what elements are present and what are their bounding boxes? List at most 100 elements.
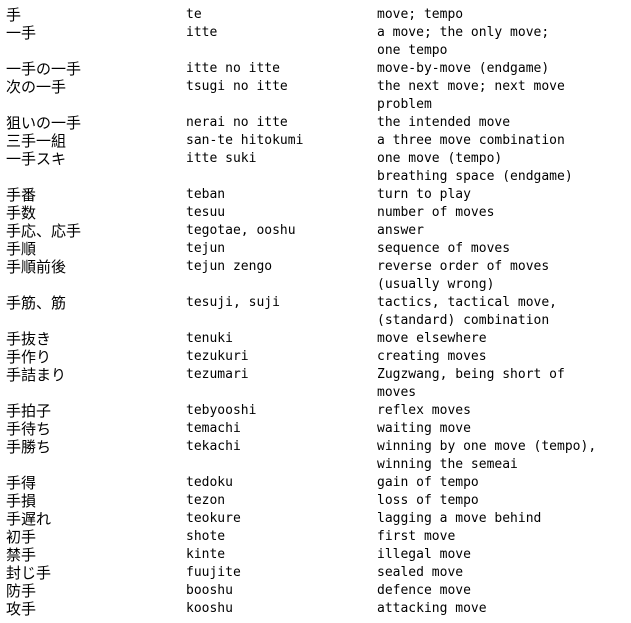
romaji-reading: tejun zengo — [186, 259, 273, 274]
glossary-row: 一手スキ itte suki one move (tempo) breathing s… — [0, 150, 631, 186]
english-meaning: Zugzwang, being short of moves — [377, 366, 627, 402]
romaji-reading: itte suki — [186, 151, 257, 166]
glossary-row: 狙いの一手 nerai no itte the intended move — [0, 114, 631, 132]
romaji-reading: tezumari — [186, 367, 249, 382]
romaji-reading: itte — [186, 25, 218, 40]
japanese-term: 防手 — [6, 582, 37, 600]
japanese-term: 手損 — [6, 492, 37, 510]
japanese-term: 封じ手 — [6, 564, 52, 582]
english-meaning-line: (usually wrong) — [377, 277, 495, 292]
english-meaning-line: move-by-move (endgame) — [377, 61, 550, 76]
glossary-row: 手作り tezukuri creating moves — [0, 348, 631, 366]
romaji-reading: tenuki — [186, 331, 233, 346]
english-meaning: lagging a move behind — [377, 510, 627, 528]
glossary-row: 手数 tesuu number of moves — [0, 204, 631, 222]
japanese-term: 手詰まり — [6, 366, 67, 384]
english-meaning-line: illegal move — [377, 547, 471, 562]
japanese-term: 初手 — [6, 528, 37, 546]
romaji-reading: booshu — [186, 583, 233, 598]
english-meaning: a three move combination — [377, 132, 627, 150]
glossary-row: 防手 booshu defence move — [0, 582, 631, 600]
romaji-reading: itte no itte — [186, 61, 280, 76]
english-meaning: move elsewhere — [377, 330, 627, 348]
english-meaning-line: Zugzwang, being short of — [377, 367, 565, 382]
english-meaning: move-by-move (endgame) — [377, 60, 627, 78]
glossary-row: 次の一手 tsugi no itte the next move; next mov… — [0, 78, 631, 114]
english-meaning-line: a move; the only move; — [377, 25, 550, 40]
english-meaning-line: winning the semeai — [377, 457, 518, 472]
english-meaning-line: defence move — [377, 583, 471, 598]
english-meaning: loss of tempo — [377, 492, 627, 510]
english-meaning-line: sealed move — [377, 565, 464, 580]
glossary-row: 禁手 kinte illegal move — [0, 546, 631, 564]
english-meaning: sealed move — [377, 564, 627, 582]
glossary-row: 手番 teban turn to play — [0, 186, 631, 204]
romaji-reading: tezukuri — [186, 349, 249, 364]
english-meaning-line: moves — [377, 385, 417, 400]
english-meaning-line: creating moves — [377, 349, 487, 364]
glossary-row: 手勝ち tekachi winning by one move (tempo), wi… — [0, 438, 631, 474]
glossary-row: 手遅れ teokure lagging a move behind — [0, 510, 631, 528]
english-meaning-line: number of moves — [377, 205, 495, 220]
english-meaning-line: tactics, tactical move, — [377, 295, 558, 310]
english-meaning: tactics, tactical move, (standard) combin… — [377, 294, 627, 330]
glossary-row: 手拍子 tebyooshi reflex moves — [0, 402, 631, 420]
romaji-reading: tezon — [186, 493, 226, 508]
japanese-term: 手順 — [6, 240, 37, 258]
romaji-reading: kinte — [186, 547, 226, 562]
english-meaning-line: reverse order of moves — [377, 259, 550, 274]
english-meaning-line: answer — [377, 223, 424, 238]
english-meaning: waiting move — [377, 420, 627, 438]
japanese-term: 一手 — [6, 24, 37, 42]
english-meaning-line: problem — [377, 97, 432, 112]
romaji-reading: tsugi no itte — [186, 79, 288, 94]
english-meaning-line: move elsewhere — [377, 331, 487, 346]
english-meaning-line: breathing space (endgame) — [377, 169, 573, 184]
english-meaning: move; tempo — [377, 6, 627, 24]
romaji-reading: teban — [186, 187, 226, 202]
glossary-row: 手損 tezon loss of tempo — [0, 492, 631, 510]
japanese-term: 手抜き — [6, 330, 52, 348]
glossary-row: 手順前後 tejun zengo reverse order of moves (us… — [0, 258, 631, 294]
romaji-reading: teokure — [186, 511, 241, 526]
japanese-term: 狙いの一手 — [6, 114, 82, 132]
japanese-term: 手拍子 — [6, 402, 52, 420]
romaji-reading: temachi — [186, 421, 241, 436]
english-meaning-line: move; tempo — [377, 7, 464, 22]
glossary-row: 三手一組 san-te hitokumi a three move combinat… — [0, 132, 631, 150]
romaji-reading: tegotae, ooshu — [186, 223, 296, 238]
glossary-row: 攻手 kooshu attacking move — [0, 600, 631, 618]
english-meaning: answer — [377, 222, 627, 240]
japanese-term: 手順前後 — [6, 258, 67, 276]
romaji-reading: tekachi — [186, 439, 241, 454]
english-meaning: turn to play — [377, 186, 627, 204]
english-meaning-line: one move (tempo) — [377, 151, 503, 166]
glossary-row: 手順 tejun sequence of moves — [0, 240, 631, 258]
english-meaning: first move — [377, 528, 627, 546]
english-meaning: winning by one move (tempo), winning the … — [377, 438, 627, 474]
japanese-term: 次の一手 — [6, 78, 67, 96]
japanese-term: 三手一組 — [6, 132, 67, 150]
romaji-reading: fuujite — [186, 565, 241, 580]
english-meaning: a move; the only move; one tempo — [377, 24, 627, 60]
japanese-term: 手遅れ — [6, 510, 52, 528]
romaji-reading: tesuu — [186, 205, 226, 220]
english-meaning-line: a three move combination — [377, 133, 565, 148]
glossary-row: 一手の一手 itte no itte move-by-move (endgame) — [0, 60, 631, 78]
glossary-row: 一手 itte a move; the only move; one tempo — [0, 24, 631, 60]
english-meaning-line: reflex moves — [377, 403, 471, 418]
english-meaning-line: the intended move — [377, 115, 511, 130]
english-meaning-line: sequence of moves — [377, 241, 511, 256]
romaji-reading: tesuji, suji — [186, 295, 280, 310]
english-meaning-line: one tempo — [377, 43, 448, 58]
english-meaning: number of moves — [377, 204, 627, 222]
english-meaning: creating moves — [377, 348, 627, 366]
glossary-row: 手 te move; tempo — [0, 6, 631, 24]
glossary-row: 手待ち temachi waiting move — [0, 420, 631, 438]
japanese-term: 手数 — [6, 204, 37, 222]
english-meaning: illegal move — [377, 546, 627, 564]
romaji-reading: kooshu — [186, 601, 233, 616]
glossary-row: 手抜き tenuki move elsewhere — [0, 330, 631, 348]
japanese-term: 一手の一手 — [6, 60, 82, 78]
english-meaning: gain of tempo — [377, 474, 627, 492]
